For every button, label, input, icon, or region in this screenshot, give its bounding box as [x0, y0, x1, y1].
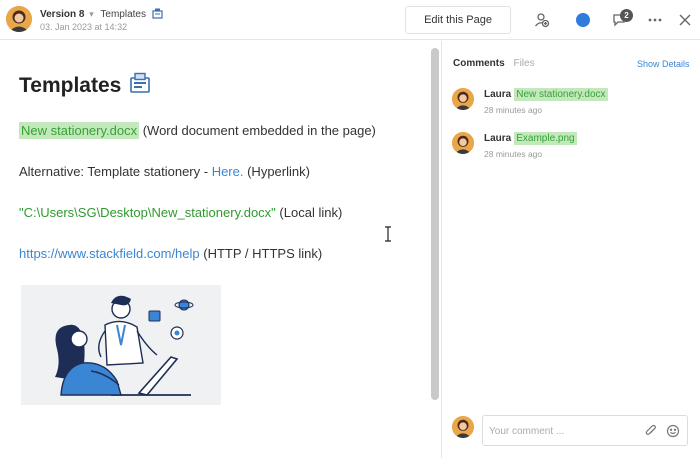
notification-badge: 2: [620, 9, 633, 22]
close-icon[interactable]: [676, 11, 694, 29]
user-avatar[interactable]: [6, 6, 32, 32]
comment-line: Laura New stationery.docx: [484, 88, 608, 101]
version-selector[interactable]: Version 8: [40, 9, 84, 20]
comment-author[interactable]: Laura: [484, 133, 511, 144]
comment-time: 28 minutes ago: [484, 149, 543, 159]
more-dots-icon[interactable]: [646, 11, 664, 29]
embedded-image[interactable]: [21, 285, 221, 405]
comment-item: Laura Example.png 28 minutes ago: [452, 132, 692, 166]
comment-author[interactable]: Laura: [484, 89, 511, 100]
hyperlink[interactable]: Here.: [212, 164, 244, 179]
version-date: 03. Jan 2023 at 14:32: [40, 22, 128, 32]
page-title: Templates: [19, 72, 151, 100]
embedded-file-link[interactable]: New stationery.docx: [19, 122, 140, 139]
comment-input[interactable]: [489, 422, 639, 440]
comment-item: Laura New stationery.docx 28 minutes ago: [452, 88, 692, 122]
status-indicator[interactable]: [574, 11, 592, 29]
doc-line-hyperlink: Alternative: Template stationery - Here.…: [19, 164, 310, 179]
page-content: Templates New stationery.docx (Word docu…: [0, 41, 430, 458]
tab-comments[interactable]: Comments: [453, 58, 505, 69]
avatar: [452, 416, 474, 438]
comment-attachment[interactable]: New stationery.docx: [514, 88, 608, 101]
comment-line: Laura Example.png: [484, 132, 577, 145]
top-bar: Version 8 ▾ Templates 03. Jan 2023 at 14…: [0, 0, 700, 40]
stationery-icon: [129, 72, 151, 100]
text-cursor-icon: [383, 226, 393, 242]
content-scrollbar[interactable]: [431, 48, 439, 400]
doc-line-text: (Hyperlink): [243, 164, 310, 179]
avatar[interactable]: [452, 88, 474, 110]
comment-attachment[interactable]: Example.png: [514, 132, 577, 145]
panel-tabs: Comments Files: [453, 58, 535, 69]
comment-time: 28 minutes ago: [484, 105, 543, 115]
doc-line-local: "C:\Users\SG\Desktop\New_stationery.docx…: [19, 205, 342, 220]
share-users-icon[interactable]: [532, 11, 550, 29]
local-link[interactable]: "C:\Users\SG\Desktop\New_stationery.docx…: [19, 205, 276, 220]
edit-page-button[interactable]: Edit this Page: [405, 6, 511, 34]
status-dot: [576, 13, 590, 27]
panel-divider: [441, 41, 442, 458]
page-name: Templates: [100, 9, 146, 20]
avatar[interactable]: [452, 132, 474, 154]
show-details-link[interactable]: Show Details: [637, 59, 690, 69]
page-title-text: Templates: [19, 74, 122, 97]
doc-line-text: Alternative: Template stationery -: [19, 164, 212, 179]
chevron-down-icon[interactable]: ▾: [89, 9, 94, 19]
tab-files[interactable]: Files: [513, 58, 534, 69]
emoji-icon[interactable]: [665, 423, 681, 439]
doc-line-text: (Local link): [275, 205, 343, 220]
comment-box: [482, 415, 688, 446]
http-link[interactable]: https://www.stackfield.com/help: [19, 246, 200, 261]
doc-line-http: https://www.stackfield.com/help (HTTP / …: [19, 246, 322, 261]
stationery-icon: [152, 8, 163, 22]
doc-line-text: (Word document embedded in the page): [139, 123, 376, 138]
paperclip-icon[interactable]: [643, 423, 659, 439]
doc-line-text: (HTTP / HTTPS link): [199, 246, 323, 261]
doc-line-embedded: New stationery.docx (Word document embed…: [19, 122, 376, 139]
version-info: Version 8 ▾ Templates: [40, 8, 163, 22]
